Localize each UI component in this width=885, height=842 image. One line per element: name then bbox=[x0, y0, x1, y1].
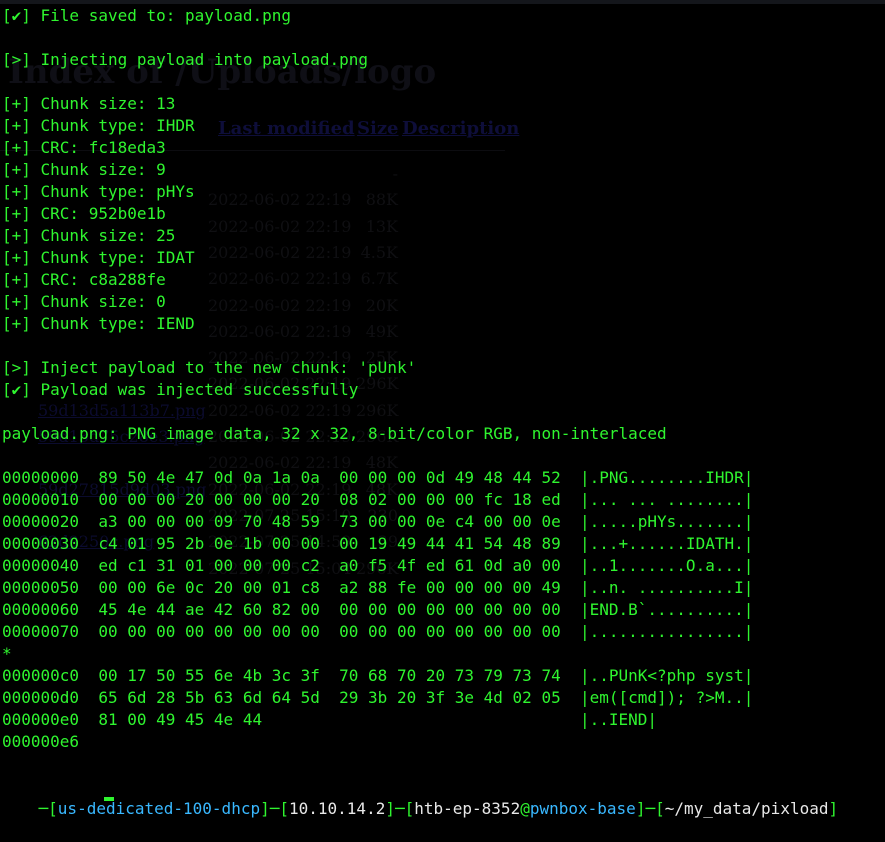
terminal-line: payload.png: PNG image data, 32 x 32, 8-… bbox=[2, 424, 667, 443]
shell-prompt[interactable]: ─[us-dedicated-100-dhcp]─[10.10.14.2]─[h… bbox=[0, 776, 839, 818]
terminal-line: 000000e0 81 00 49 45 4e 44 |..IEND| bbox=[2, 710, 658, 729]
terminal-line: [+] Chunk type: pHYs bbox=[2, 182, 195, 201]
terminal-line: [>] Inject payload to the new chunk: 'pU… bbox=[2, 358, 417, 377]
terminal-line: [+] Chunk size: 25 bbox=[2, 226, 176, 245]
prompt-at: @ bbox=[520, 799, 530, 818]
terminal-line: 000000c0 00 17 50 55 6e 4b 3c 3f 70 68 7… bbox=[2, 666, 754, 685]
terminal-line: 00000010 00 00 00 20 00 00 00 20 08 02 0… bbox=[2, 490, 754, 509]
terminal-line: [+] CRC: c8a288fe bbox=[2, 270, 166, 289]
terminal-line: 00000000 89 50 4e 47 0d 0a 1a 0a 00 00 0… bbox=[2, 468, 754, 487]
terminal-line: [+] Chunk size: 9 bbox=[2, 160, 166, 179]
terminal-line: [✔] Payload was injected successfully bbox=[2, 380, 359, 399]
terminal-line: 00000070 00 00 00 00 00 00 00 00 00 00 0… bbox=[2, 622, 754, 641]
terminal-line: [+] Chunk size: 13 bbox=[2, 94, 176, 113]
terminal-line: [+] CRC: 952b0e1b bbox=[2, 204, 166, 223]
prompt-machine: pwnbox-base bbox=[529, 799, 636, 818]
terminal-top-border bbox=[0, 0, 885, 4]
terminal-line: 000000d0 65 6d 28 5b 63 6d 64 5d 29 3b 2… bbox=[2, 688, 754, 707]
terminal-line: 00000040 ed c1 31 01 00 00 00 c2 a0 f5 4… bbox=[2, 556, 754, 575]
prompt-host: us-dedicated-100-dhcp bbox=[57, 799, 261, 818]
terminal-line: 00000060 45 4e 44 ae 42 60 82 00 00 00 0… bbox=[2, 600, 754, 619]
prompt-ip: 10.10.14.2 bbox=[289, 799, 386, 818]
terminal-line: 00000020 a3 00 00 00 09 70 48 59 73 00 0… bbox=[2, 512, 754, 531]
terminal-line: [+] Chunk type: IDAT bbox=[2, 248, 195, 267]
terminal-line: [✔] File saved to: payload.png bbox=[2, 6, 291, 25]
terminal-line: 000000e6 bbox=[2, 732, 80, 751]
terminal-cursor bbox=[104, 797, 114, 801]
terminal-line: [+] Chunk type: IEND bbox=[2, 314, 195, 333]
terminal-line: [+] Chunk size: 0 bbox=[2, 292, 166, 311]
prompt-path: ~/my_data/pixload bbox=[664, 799, 829, 818]
terminal-line: [+] Chunk type: IHDR bbox=[2, 116, 195, 135]
prompt-user: htb-ep-8352 bbox=[414, 799, 521, 818]
terminal-window[interactable]: [✔] File saved to: payload.png [>] Inject… bbox=[0, 0, 885, 818]
terminal-line: [>] Injecting payload into payload.png bbox=[2, 50, 369, 69]
terminal-line: 00000030 c4 01 95 2b 0e 1b 00 00 00 19 4… bbox=[2, 534, 754, 553]
terminal-line: * bbox=[2, 644, 12, 663]
terminal-line: [+] CRC: fc18eda3 bbox=[2, 138, 166, 157]
terminal-line: 00000050 00 00 6e 0c 20 00 01 c8 a2 88 f… bbox=[2, 578, 754, 597]
